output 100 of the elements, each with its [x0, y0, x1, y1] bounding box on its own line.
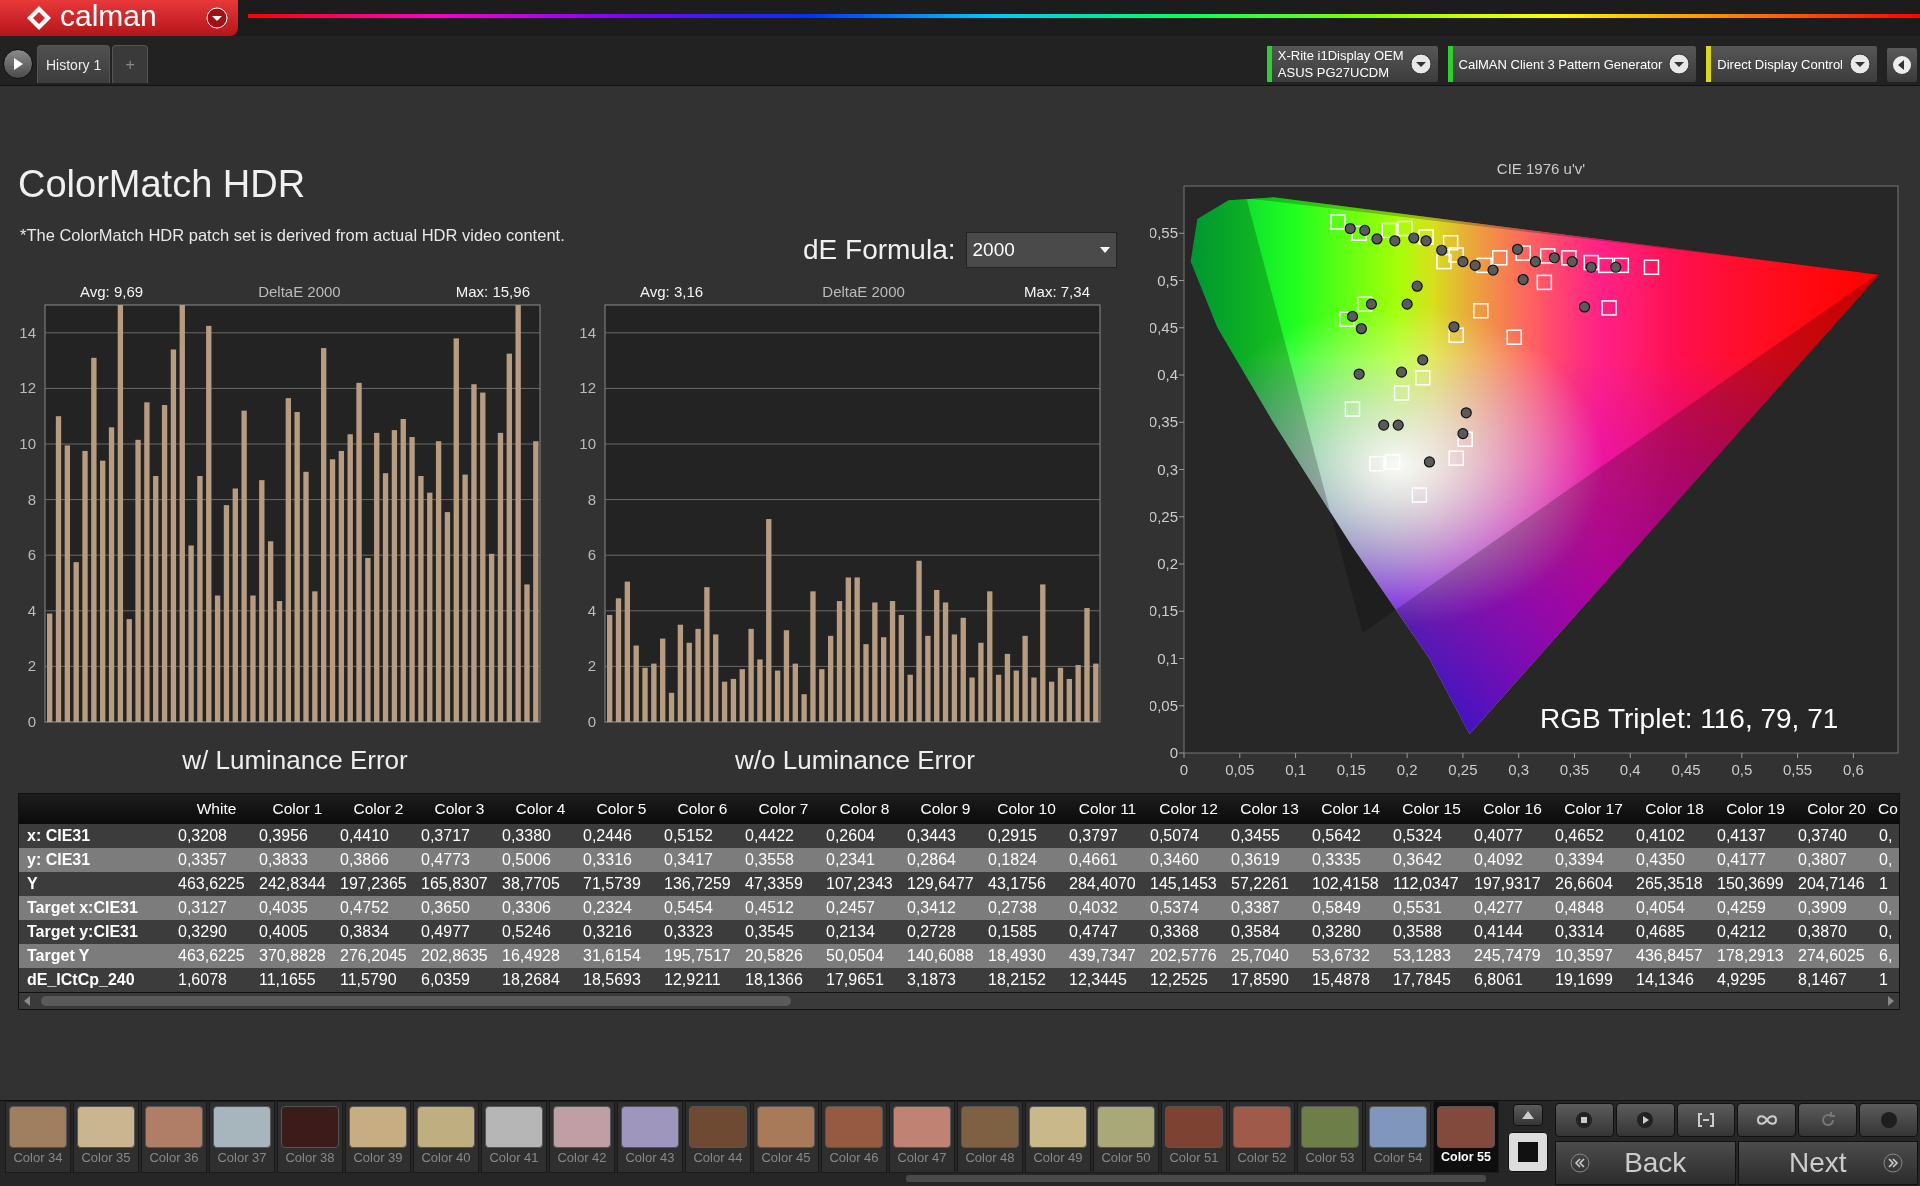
new-tab-button[interactable]: +: [112, 45, 149, 83]
axis-tick-label: 0,35: [1559, 761, 1590, 778]
tab[interactable]: History 1: [37, 45, 111, 83]
column-header: Color 11: [1067, 794, 1148, 824]
color-patch-item[interactable]: Color 42: [549, 1101, 615, 1173]
color-patch-item[interactable]: Color 55: [1433, 1101, 1499, 1173]
device-selector[interactable]: CalMAN Client 3 Pattern Generator: [1446, 45, 1698, 83]
table-cell: 18,1366: [743, 968, 824, 992]
table-cell: 204,7146: [1796, 872, 1877, 896]
table-cell: 17,8590: [1229, 968, 1310, 992]
axis-tick-label: 2: [27, 657, 36, 675]
table-cell: 0,5324: [1391, 824, 1472, 848]
rgb-readout: RGB Triplet: 116, 79, 71: [1540, 703, 1839, 734]
device-selector[interactable]: Direct Display Control: [1705, 45, 1878, 83]
table-cell: 0,3335: [1310, 848, 1391, 872]
table-cell: 150,3699: [1715, 872, 1796, 896]
row-label: dE_ICtCp_240: [19, 968, 176, 992]
table-cell: 0,4005: [257, 920, 338, 944]
table-cell: 284,4070: [1067, 872, 1148, 896]
column-header: Color 3: [419, 794, 500, 824]
table-cell: 25,7040: [1229, 944, 1310, 968]
table-cell: 202,8635: [419, 944, 500, 968]
color-patch-item[interactable]: Color 45: [753, 1101, 819, 1173]
axis-tick-label: 0,5: [1157, 271, 1178, 289]
table-cell: 0,1585: [986, 920, 1067, 944]
color-patch-item[interactable]: Color 51: [1161, 1101, 1227, 1173]
column-header: Color 8: [824, 794, 905, 824]
color-patch-item[interactable]: Color 49: [1025, 1101, 1091, 1173]
table-cell: 47,3359: [743, 872, 824, 896]
table-cell: 0,2864: [905, 848, 986, 872]
row-label: Target x:CIE31: [19, 896, 176, 920]
table-cell: 0,4512: [743, 896, 824, 920]
table-cell: 0,2341: [824, 848, 905, 872]
color-patch-item[interactable]: Color 34: [5, 1101, 71, 1173]
table-cell: 0,3417: [662, 848, 743, 872]
axis-tick-label: 12: [19, 379, 36, 397]
table-cell: 0,3394: [1553, 848, 1634, 872]
table-cell: 0,3412: [905, 896, 986, 920]
axis-tick-label: 0: [1169, 744, 1178, 761]
table-cell: 0,3357: [176, 848, 257, 872]
color-patch-item[interactable]: Color 38: [277, 1101, 343, 1173]
table-cell: 0,5246: [500, 920, 581, 944]
color-patch-item[interactable]: Color 36: [141, 1101, 207, 1173]
app-menu-button[interactable]: calman: [0, 0, 238, 36]
table-cell: 0,3866: [338, 848, 419, 872]
axis-tick-label: 0,5: [1731, 761, 1753, 778]
table-cell: 439,7347: [1067, 944, 1148, 968]
table-cell: 0,4102: [1634, 824, 1715, 848]
table-cell: 18,5693: [581, 968, 662, 992]
table-cell: 0,2738: [986, 896, 1067, 920]
column-header: Color 12: [1148, 794, 1229, 824]
color-patch-item[interactable]: Color 46: [821, 1101, 887, 1173]
color-patch-item[interactable]: Color 41: [481, 1101, 547, 1173]
page-title: ColorMatch HDR: [18, 162, 307, 206]
table-cell: 197,9317: [1472, 872, 1553, 896]
color-patch-item[interactable]: Color 47: [889, 1101, 955, 1173]
table-cell: 0,3460: [1148, 848, 1229, 872]
color-patch-item[interactable]: Color 48: [957, 1101, 1023, 1173]
color-patch-item[interactable]: Color 52: [1229, 1101, 1295, 1173]
table-cell: 0,: [1877, 848, 1899, 872]
table-cell: 16,4928: [500, 944, 581, 968]
axis-tick-label: 0,45: [1150, 318, 1178, 336]
color-patch-item[interactable]: Color 43: [617, 1101, 683, 1173]
color-patch-item[interactable]: Color 44: [685, 1101, 751, 1173]
table-cell: 0,3650: [419, 896, 500, 920]
color-patch-item[interactable]: Color 50: [1093, 1101, 1159, 1173]
column-header: Color 9: [905, 794, 986, 824]
axis-title: w/ Luminance Error: [182, 745, 408, 775]
table-cell: 0,3642: [1391, 848, 1472, 872]
formula-dropdown[interactable]: 2000: [965, 232, 1117, 268]
table-cell: 0,3588: [1391, 920, 1472, 944]
color-patch-item[interactable]: Color 35: [73, 1101, 139, 1173]
color-patch-item[interactable]: Color 40: [413, 1101, 479, 1173]
color-patch-item[interactable]: Color 37: [209, 1101, 275, 1173]
table-cell: 0,3834: [338, 920, 419, 944]
table-cell: 19,1699: [1553, 968, 1634, 992]
table-cell: 0,4773: [419, 848, 500, 872]
row-label: x: CIE31: [19, 824, 176, 848]
table-cell: 0,5531: [1391, 896, 1472, 920]
table-cell: 0,1824: [986, 848, 1067, 872]
table-cell: 0,5454: [662, 896, 743, 920]
table-cell: 17,7845: [1391, 968, 1472, 992]
next-button[interactable]: Next: [1737, 1141, 1918, 1185]
table-cell: 0,4661: [1067, 848, 1148, 872]
axis-tick-label: 4: [587, 601, 596, 619]
row-label: Target Y: [19, 944, 176, 968]
axis-tick-label: 14: [19, 323, 36, 341]
device-selector[interactable]: X-Rite i1Display OEM ASUS PG27UCDM: [1265, 45, 1439, 83]
table-cell: 0,3619: [1229, 848, 1310, 872]
axis-tick-label: 0,15: [1336, 761, 1366, 778]
color-patch-item[interactable]: Color 53: [1297, 1101, 1363, 1173]
back-button[interactable]: Back: [1555, 1141, 1736, 1185]
color-patch-item[interactable]: Color 54: [1365, 1101, 1431, 1173]
table-cell: 3,1873: [905, 968, 986, 992]
table-cell: 0,3558: [743, 848, 824, 872]
axis-tick-label: 0,1: [1285, 761, 1306, 778]
axis-tick-label: 0,3: [1508, 761, 1530, 778]
table-cell: 53,6732: [1310, 944, 1391, 968]
color-patch-item[interactable]: Color 39: [345, 1101, 411, 1173]
device-label: Direct Display Control: [1717, 55, 1843, 73]
